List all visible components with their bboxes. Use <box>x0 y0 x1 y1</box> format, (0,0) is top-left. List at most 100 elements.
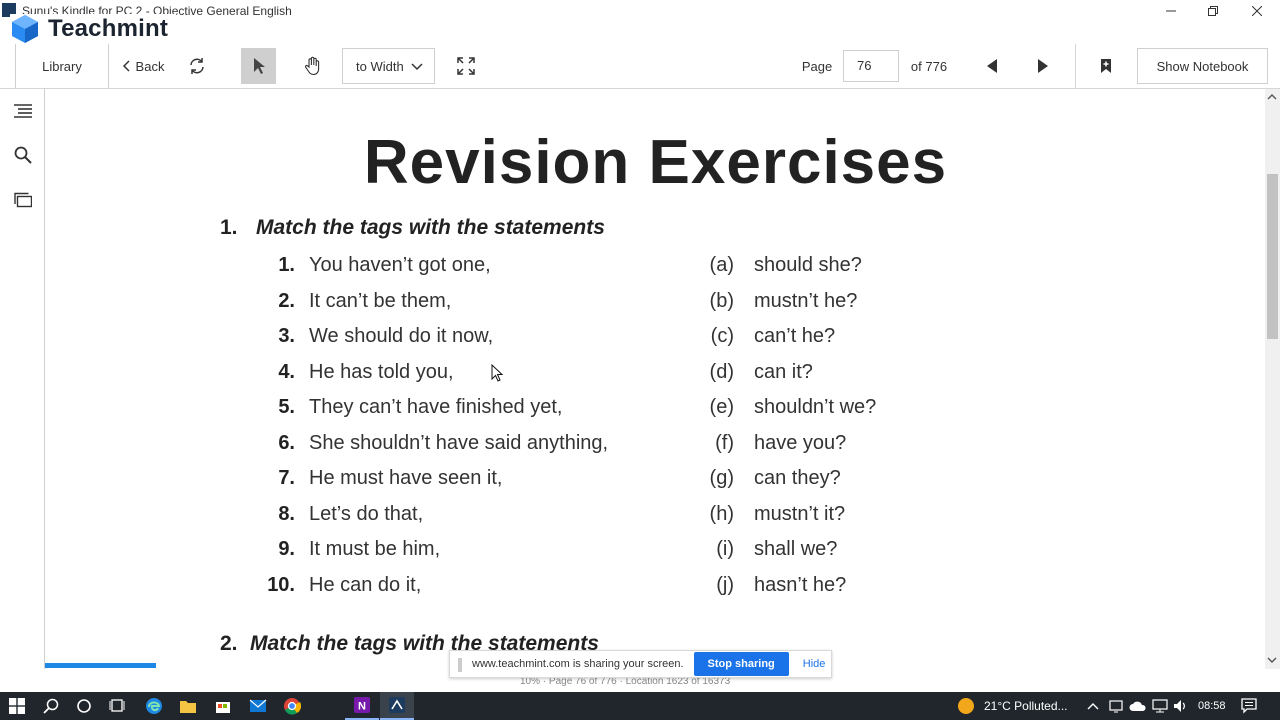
previous-page-button[interactable] <box>980 50 1004 82</box>
zoom-mode-select[interactable]: to Width <box>342 48 435 84</box>
teachmint-brand: Teachmint <box>10 14 177 44</box>
statement-number: 2. <box>278 289 295 312</box>
library-button[interactable]: Library <box>15 44 109 88</box>
minimize-button[interactable] <box>1150 0 1192 22</box>
weather-sun-icon <box>958 698 974 714</box>
statement-item: 1. You haven’t got one, <box>278 254 491 277</box>
close-window-button[interactable] <box>1236 0 1278 22</box>
statement-number: 4. <box>278 360 295 383</box>
start-button[interactable] <box>0 692 34 720</box>
tag-text: can’t he? <box>754 325 836 347</box>
page-number-input[interactable]: 76 <box>843 50 899 82</box>
share-message: www.teachmint.com is sharing your screen… <box>472 658 684 670</box>
taskbar-search-button[interactable] <box>34 692 68 720</box>
tag-letter: (c) <box>710 325 734 347</box>
page-title: Revision Exercises <box>363 128 948 197</box>
statement-item: 3. We should do it now, <box>278 325 493 348</box>
flashcards-button[interactable] <box>11 188 35 212</box>
taskbar-edge[interactable] <box>137 692 171 720</box>
hide-share-bar-link[interactable]: Hide <box>803 658 826 670</box>
chrome-browser-icon <box>284 698 301 715</box>
task-view-button[interactable] <box>100 692 134 720</box>
tag-option: (d) can it? <box>710 360 813 384</box>
brand-name: Teachmint <box>48 15 169 42</box>
fullscreen-button[interactable] <box>452 50 480 82</box>
statement-text: Let’s do that, <box>309 502 424 525</box>
volume-icon[interactable] <box>1173 699 1189 713</box>
screen-share-bar: www.teachmint.com is sharing your screen… <box>449 650 832 678</box>
page-total: of 776 <box>910 58 948 74</box>
scrollbar-thumb[interactable] <box>1267 174 1278 339</box>
teachmint-logo-icon <box>10 14 40 44</box>
network-device-icon[interactable] <box>1108 699 1124 713</box>
sync-button[interactable] <box>183 50 211 82</box>
triangle-left-icon <box>987 59 997 73</box>
next-page-button[interactable] <box>1031 50 1055 82</box>
taskbar-kindle[interactable] <box>380 692 414 720</box>
select-tool-button[interactable] <box>241 48 276 84</box>
tag-letter: (e) <box>709 396 734 418</box>
tag-text: mustn’t it? <box>754 502 846 525</box>
windows-logo-icon <box>9 698 25 714</box>
drag-handle-icon[interactable] <box>458 658 462 672</box>
tag-text: should she? <box>754 254 862 276</box>
statement-item: 2. It can’t be them, <box>278 290 451 313</box>
chevron-down-icon <box>411 63 423 71</box>
back-button[interactable]: Back <box>118 50 168 82</box>
clock-time[interactable]: 08:58 <box>1198 692 1226 720</box>
statement-item: 10. He can do it, <box>267 574 421 597</box>
bookmark-button[interactable] <box>1094 50 1118 82</box>
task-view-icon <box>109 699 125 712</box>
tag-text: have you? <box>754 431 847 454</box>
vertical-scrollbar[interactable] <box>1265 89 1280 669</box>
table-of-contents-button[interactable] <box>11 99 35 123</box>
statement-number: 9. <box>278 538 295 560</box>
taskbar-onenote[interactable]: N <box>345 692 379 720</box>
statement-number: 7. <box>278 467 295 489</box>
show-notebook-button[interactable]: Show Notebook <box>1137 48 1268 84</box>
taskbar-store[interactable] <box>206 692 240 720</box>
tag-letter: (d) <box>709 360 734 383</box>
onenote-icon: N <box>354 697 370 713</box>
weather-text[interactable]: 21°C Polluted... <box>984 692 1068 720</box>
statement-text: It must be him, <box>309 538 441 560</box>
scroll-up-icon[interactable] <box>1267 93 1277 101</box>
taskbar-chrome[interactable] <box>275 692 309 720</box>
mail-icon <box>249 699 267 712</box>
minimize-icon <box>1166 10 1176 12</box>
statement-text: You haven’t got one, <box>309 254 491 276</box>
tag-option: (b) mustn’t he? <box>710 289 858 313</box>
pan-tool-button[interactable] <box>296 48 330 84</box>
tag-text: can it? <box>754 360 813 383</box>
taskbar-mail[interactable] <box>241 692 275 720</box>
cortana-button[interactable] <box>67 692 101 720</box>
toolbar-divider <box>1075 44 1076 88</box>
scroll-down-icon[interactable] <box>1267 656 1277 664</box>
close-icon <box>1252 6 1262 16</box>
taskbar-file-explorer[interactable] <box>171 692 205 720</box>
tag-option: (f) have you? <box>715 431 847 455</box>
chevron-up-icon[interactable] <box>1087 702 1099 710</box>
wired-network-icon[interactable] <box>1152 699 1168 713</box>
statement-item: 4. He has told you, <box>278 361 453 384</box>
notifications-icon[interactable] <box>1241 698 1257 714</box>
statement-number: 6. <box>278 431 295 454</box>
cards-stack-icon <box>14 192 32 208</box>
statement-item: 6. She shouldn’t have said anything, <box>278 432 608 455</box>
restore-icon <box>1208 6 1218 16</box>
windows-taskbar: N 21°C Polluted... 08:58 <box>0 692 1280 720</box>
statement-text: He must have seen it, <box>309 467 503 489</box>
tag-text: mustn’t he? <box>754 289 858 312</box>
statement-number: 5. <box>278 396 295 418</box>
tag-letter: (g) <box>709 467 734 489</box>
cloud-icon[interactable] <box>1129 700 1147 712</box>
reader-toolbar: Library Back to Width Page 76 of 776 Sho… <box>0 44 1280 89</box>
statement-item: 8. Let’s do that, <box>278 502 424 526</box>
tag-letter: (a) <box>709 254 734 276</box>
restore-button[interactable] <box>1192 0 1234 22</box>
stop-sharing-button[interactable]: Stop sharing <box>693 652 789 676</box>
search-icon <box>43 698 59 714</box>
tag-option: (h) mustn’t it? <box>710 502 846 526</box>
search-button[interactable] <box>11 143 35 167</box>
tag-letter: (j) <box>716 573 734 596</box>
